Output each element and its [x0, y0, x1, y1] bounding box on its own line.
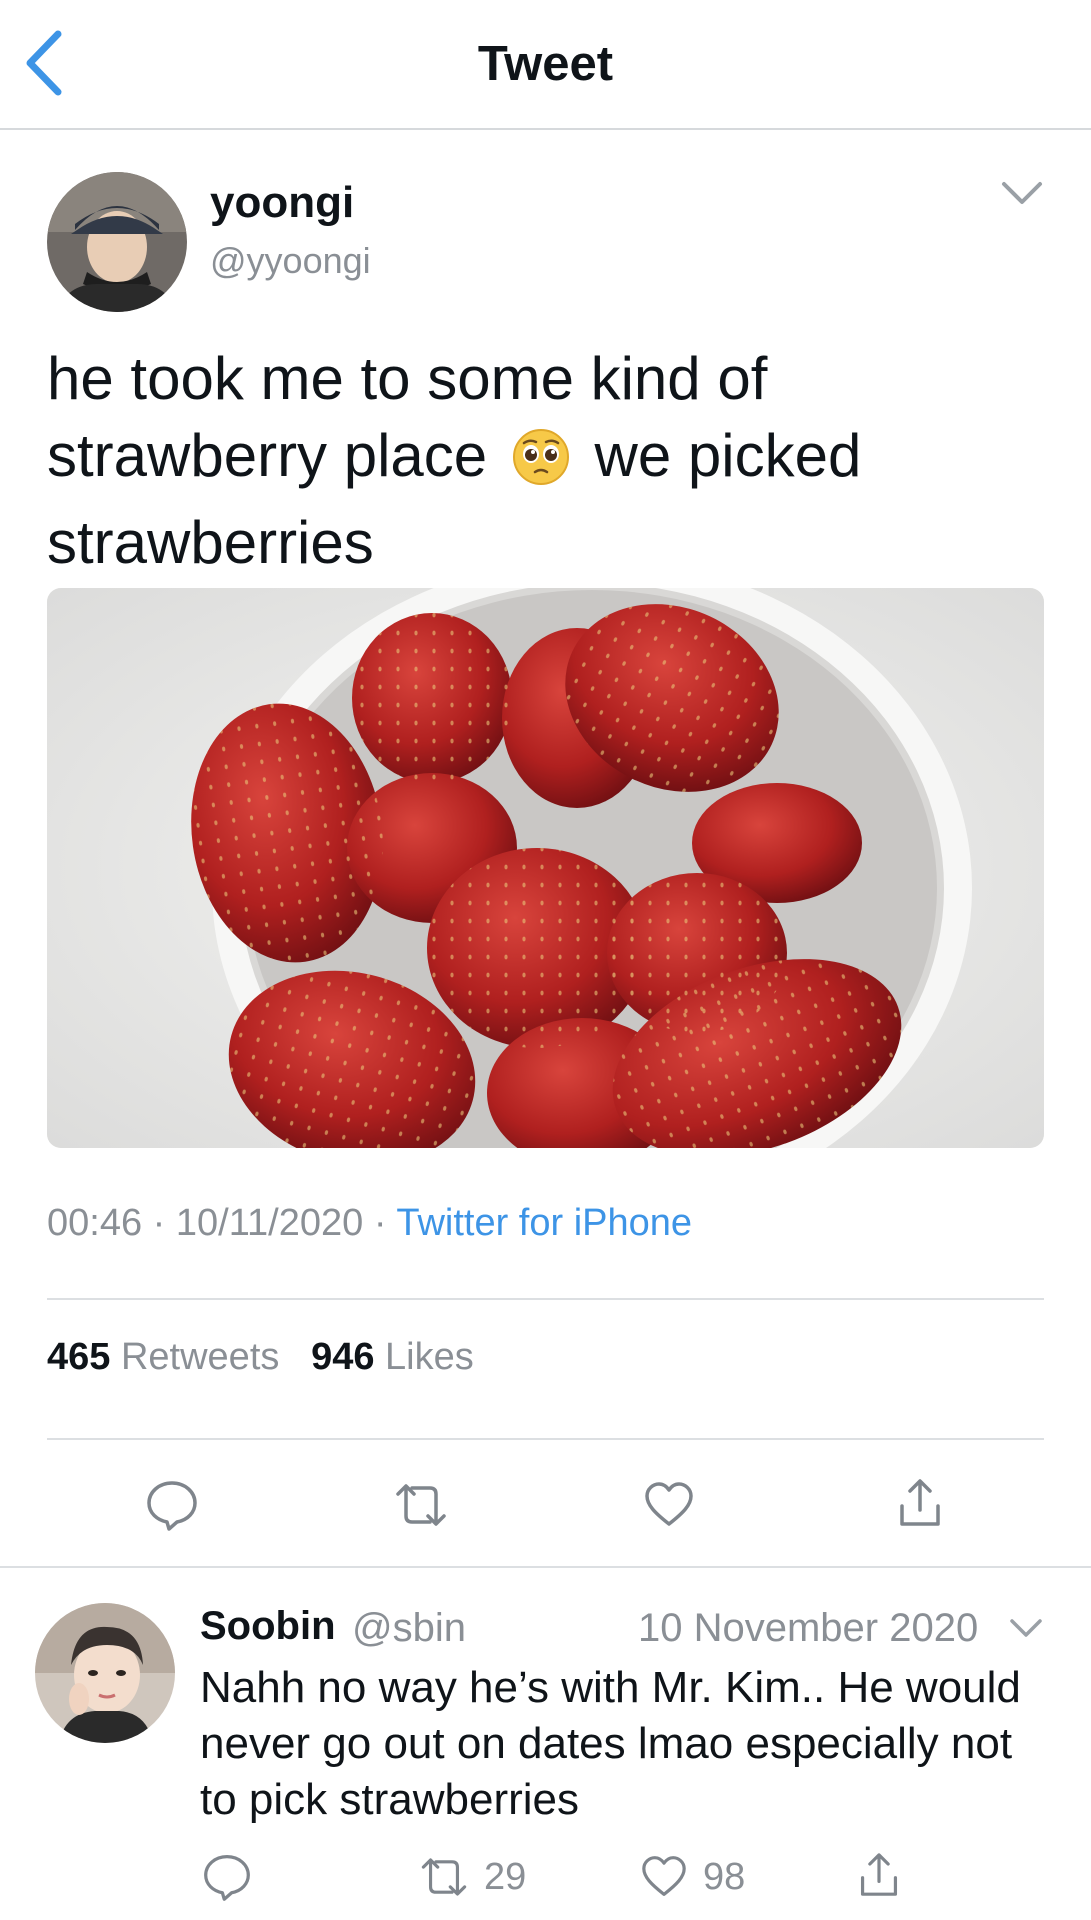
retweet-icon — [421, 1858, 467, 1896]
divider — [0, 1566, 1091, 1568]
like-button[interactable] — [643, 1480, 695, 1528]
heart-icon — [642, 1856, 686, 1896]
reply-button[interactable] — [145, 1478, 199, 1532]
heart-icon — [645, 1482, 693, 1526]
chevron-down-icon — [1002, 182, 1042, 204]
meta-separator: · — [373, 1202, 387, 1244]
tweet-timestamp: 00:46 · 10/11/2020 · Twitter for iPhone — [47, 1202, 692, 1245]
reply-retweet-count: 29 — [484, 1856, 527, 1898]
tweet-menu-button[interactable] — [1000, 178, 1044, 208]
retweets-stat[interactable]: 465 Retweets — [47, 1336, 279, 1378]
reply-menu-button[interactable] — [1008, 1616, 1044, 1642]
share-button[interactable] — [897, 1476, 943, 1530]
retweets-count: 465 — [47, 1336, 111, 1378]
divider — [47, 1298, 1044, 1300]
reply-icon — [204, 1855, 250, 1901]
reply-reply-button[interactable] — [202, 1852, 252, 1902]
chevron-down-icon — [1010, 1619, 1042, 1637]
retweets-label: Retweets — [120, 1336, 280, 1378]
author-handle[interactable]: @yyoongi — [210, 240, 371, 282]
likes-count: 946 — [311, 1336, 375, 1378]
likes-label: Likes — [385, 1336, 474, 1378]
meta-separator: · — [152, 1202, 166, 1244]
tweet-source-link[interactable]: Twitter for iPhone — [396, 1202, 692, 1244]
reply-retweet-button[interactable] — [418, 1854, 470, 1900]
retweet-button[interactable] — [392, 1480, 450, 1530]
reply-author-name[interactable]: Soobin — [200, 1604, 336, 1649]
reply-author-handle[interactable]: @sbin — [352, 1606, 466, 1651]
retweet-icon — [396, 1484, 446, 1526]
author-avatar[interactable] — [47, 172, 187, 312]
pleading-face-emoji — [512, 427, 570, 504]
author-name[interactable]: yoongi — [210, 178, 354, 228]
reply-icon — [147, 1481, 197, 1531]
tweet-text: he took me to some kind of strawberry pl… — [47, 340, 1027, 581]
reply-share-button[interactable] — [858, 1850, 900, 1900]
tweet-time: 00:46 — [47, 1202, 143, 1244]
reply-like-count: 98 — [703, 1856, 746, 1898]
engagement-stats: 465 Retweets 946 Likes — [47, 1336, 474, 1379]
share-icon — [900, 1479, 940, 1526]
share-icon — [860, 1853, 898, 1896]
top-bar: Tweet — [0, 0, 1091, 130]
page-title: Tweet — [477, 37, 614, 91]
divider — [47, 1438, 1044, 1440]
likes-stat[interactable]: 946 Likes — [311, 1336, 474, 1378]
reply-text: Nahh no way he’s with Mr. Kim.. He would… — [200, 1663, 1021, 1824]
tweet-photo[interactable] — [47, 588, 1044, 1148]
reply-avatar[interactable] — [35, 1603, 175, 1743]
reply-like-button[interactable] — [640, 1854, 688, 1898]
reply-date: 10 November 2020 — [638, 1606, 979, 1650]
tweet-date: 10/11/2020 — [175, 1202, 364, 1244]
